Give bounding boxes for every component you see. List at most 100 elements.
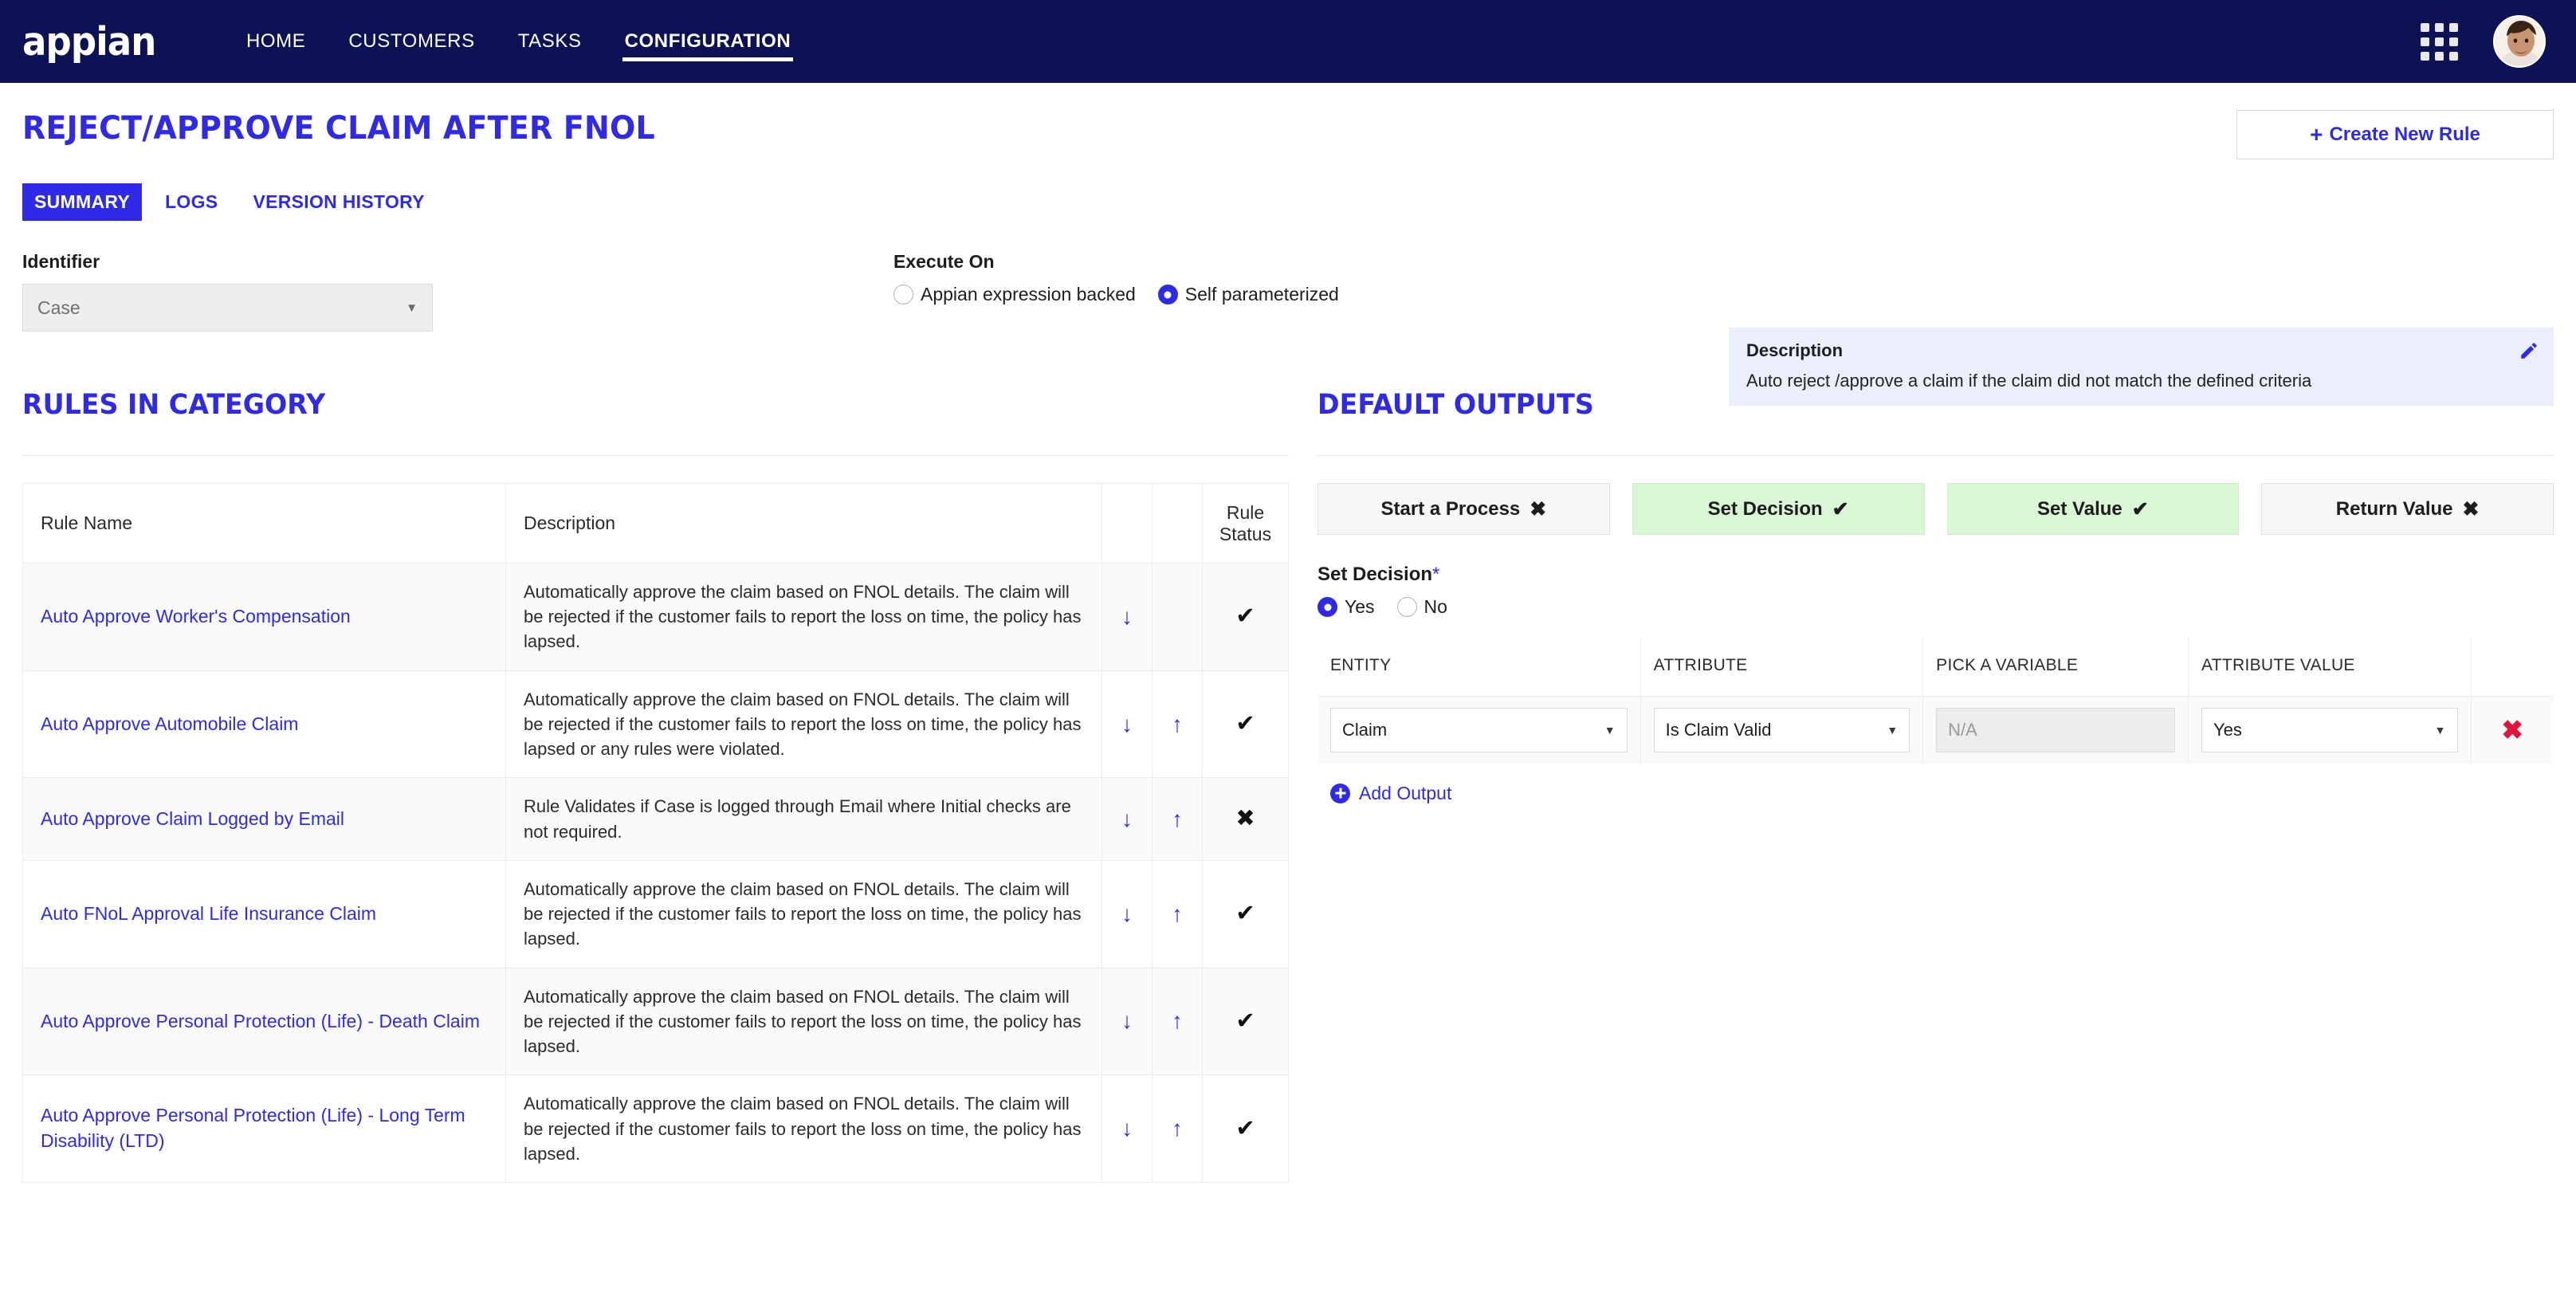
column-header-entity: ENTITY xyxy=(1317,638,1641,697)
move-down-icon[interactable]: ↓ xyxy=(1121,902,1133,925)
chevron-down-icon: ▼ xyxy=(2434,723,2446,737)
tab-logs[interactable]: LOGS xyxy=(153,183,230,221)
status-badge: ✖ xyxy=(1235,806,1255,832)
table-row: Auto Approve Personal Protection (Life) … xyxy=(22,967,1289,1076)
chevron-down-icon: ▼ xyxy=(406,301,418,315)
attribute-select[interactable]: Is Claim Valid ▼ xyxy=(1653,707,1910,752)
column-header-actions xyxy=(2471,638,2554,697)
required-asterisk: * xyxy=(1432,564,1440,585)
rule-name-link[interactable]: Auto FNoL Approval Life Insurance Claim xyxy=(41,902,376,927)
identifier-label: Identifier xyxy=(22,251,100,272)
top-navigation-bar: appian HOME CUSTOMERS TASKS CONFIGURATIO… xyxy=(0,0,2576,83)
outputs-section-title: DEFAULT OUTPUTS xyxy=(1317,389,1594,421)
return-value-label: Return Value xyxy=(2335,497,2453,520)
nav-item-tasks[interactable]: TASKS xyxy=(497,0,603,83)
entity-select[interactable]: Claim ▼ xyxy=(1330,707,1628,752)
move-up-icon[interactable]: ↑ xyxy=(1172,713,1183,736)
move-up-icon[interactable]: ↑ xyxy=(1172,902,1183,925)
create-new-rule-button[interactable]: + Create New Rule xyxy=(2236,110,2554,159)
rules-in-category-panel: RULES IN CATEGORY Rule Name Description … xyxy=(22,389,1289,1183)
entity-value: Claim xyxy=(1342,719,1388,740)
column-header-pick-a-variable: PICK A VARIABLE xyxy=(1922,638,2189,697)
rules-section-title: RULES IN CATEGORY xyxy=(22,389,326,421)
table-row: Auto Approve Claim Logged by Email Rule … xyxy=(22,777,1289,861)
outputs-table-header-row: ENTITY ATTRIBUTE PICK A VARIABLE ATTRIBU… xyxy=(1317,638,2554,697)
radio-label-no: No xyxy=(1423,596,1447,617)
set-decision-field-label: Set Decision* xyxy=(1317,564,2554,586)
delete-row-icon[interactable]: ✖ xyxy=(2484,717,2542,743)
tab-summary[interactable]: SUMMARY xyxy=(22,183,143,221)
avatar[interactable] xyxy=(2493,15,2546,68)
rule-description: Automatically approve the claim based on… xyxy=(505,859,1102,968)
set-value-button[interactable]: Set Value ✔ xyxy=(1946,483,2240,535)
appian-logo[interactable]: appian xyxy=(22,22,156,61)
create-new-rule-label: Create New Rule xyxy=(2329,124,2480,145)
rule-name-link[interactable]: Auto Approve Automobile Claim xyxy=(41,712,298,737)
tab-version-history[interactable]: VERSION HISTORY xyxy=(241,183,436,221)
check-icon: ✔ xyxy=(2131,497,2149,520)
rules-section-divider xyxy=(22,455,1289,456)
attribute-value: Is Claim Valid xyxy=(1665,719,1772,740)
grid-apps-icon[interactable] xyxy=(2421,22,2458,61)
move-up-icon[interactable]: ↑ xyxy=(1172,807,1183,831)
rule-description: Automatically approve the claim based on… xyxy=(505,1074,1102,1183)
move-down-icon[interactable]: ↓ xyxy=(1121,1118,1133,1140)
rule-name-link[interactable]: Auto Approve Personal Protection (Life) … xyxy=(41,1103,488,1153)
radio-circle-checked xyxy=(1157,285,1178,304)
nav-item-configuration[interactable]: CONFIGURATION xyxy=(603,0,813,83)
identifier-value: Case xyxy=(37,297,80,318)
page-body: REJECT/APPROVE CLAIM AFTER FNOL + Create… xyxy=(0,83,2576,1183)
radio-set-decision-yes[interactable]: Yes xyxy=(1317,596,1375,618)
radio-set-decision-no[interactable]: No xyxy=(1396,596,1447,618)
move-down-icon[interactable]: ↓ xyxy=(1121,807,1133,831)
summary-form-row: Identifier Case ▼ Execute On Appian expr… xyxy=(22,251,2554,332)
status-badge: ✔ xyxy=(1235,711,1255,737)
start-a-process-button[interactable]: Start a Process ✖ xyxy=(1317,483,1610,535)
chevron-down-icon: ▼ xyxy=(1604,723,1616,737)
set-value-label: Set Value xyxy=(2037,497,2122,520)
nav-item-home[interactable]: HOME xyxy=(225,0,327,83)
status-badge: ✔ xyxy=(1235,1008,1255,1034)
set-decision-button[interactable]: Set Decision ✔ xyxy=(1632,483,1925,535)
output-type-buttons: Start a Process ✖ Set Decision ✔ Set Val… xyxy=(1317,483,2554,535)
status-badge: ✔ xyxy=(1235,1115,1255,1141)
check-icon: ✔ xyxy=(1832,497,1849,520)
default-outputs-panel: DEFAULT OUTPUTS Start a Process ✖ Set De… xyxy=(1289,389,2554,1183)
set-decision-field-label-text: Set Decision xyxy=(1317,564,1433,585)
move-up-icon[interactable]: ↑ xyxy=(1172,1010,1183,1032)
radio-appian-expression-backed[interactable]: Appian expression backed xyxy=(893,284,1136,305)
identifier-select[interactable]: Case ▼ xyxy=(22,284,433,332)
attribute-value-select[interactable]: Yes ▼ xyxy=(2201,707,2458,752)
add-output-label: Add Output xyxy=(1359,782,1452,803)
rule-name-link[interactable]: Auto Approve Personal Protection (Life) … xyxy=(41,1009,480,1035)
top-bar-right xyxy=(2421,15,2546,68)
column-header-move-up xyxy=(1152,483,1203,564)
rule-name-link[interactable]: Auto Approve Worker's Compensation xyxy=(41,604,351,630)
rules-table: Rule Name Description Rule Status Auto A… xyxy=(22,483,1289,1183)
set-decision-radio-group: Yes No xyxy=(1317,596,2554,618)
column-header-rule-status: Rule Status xyxy=(1202,483,1289,564)
radio-self-parameterized[interactable]: Self parameterized xyxy=(1157,284,1339,305)
rule-name-link[interactable]: Auto Approve Claim Logged by Email xyxy=(41,807,344,832)
return-value-button[interactable]: Return Value ✖ xyxy=(2261,483,2554,535)
radio-label-yes: Yes xyxy=(1345,596,1375,617)
nav-item-customers[interactable]: CUSTOMERS xyxy=(327,0,496,83)
column-header-description: Description xyxy=(505,483,1102,564)
status-badge: ✔ xyxy=(1235,603,1255,630)
execute-on-label: Execute On xyxy=(893,251,995,272)
move-down-icon[interactable]: ↓ xyxy=(1121,713,1133,736)
pencil-icon[interactable] xyxy=(2519,340,2539,361)
execute-on-field-group: Execute On Appian expression backed Self… xyxy=(848,251,1685,305)
move-down-icon[interactable]: ↓ xyxy=(1121,605,1133,628)
rules-table-header-row: Rule Name Description Rule Status xyxy=(22,483,1289,564)
tab-bar: SUMMARY LOGS VERSION HISTORY xyxy=(22,183,2554,221)
rule-description: Rule Validates if Case is logged through… xyxy=(505,777,1102,861)
move-up-icon[interactable]: ↑ xyxy=(1172,1118,1183,1140)
pick-a-variable-input: N/A xyxy=(1936,707,2175,752)
description-label: Description xyxy=(1746,340,1844,360)
set-decision-label: Set Decision xyxy=(1707,497,1823,520)
radio-circle-checked xyxy=(1317,597,1337,617)
status-badge: ✔ xyxy=(1235,901,1255,927)
add-output-button[interactable]: Add Output xyxy=(1317,783,2554,804)
move-down-icon[interactable]: ↓ xyxy=(1121,1010,1133,1032)
